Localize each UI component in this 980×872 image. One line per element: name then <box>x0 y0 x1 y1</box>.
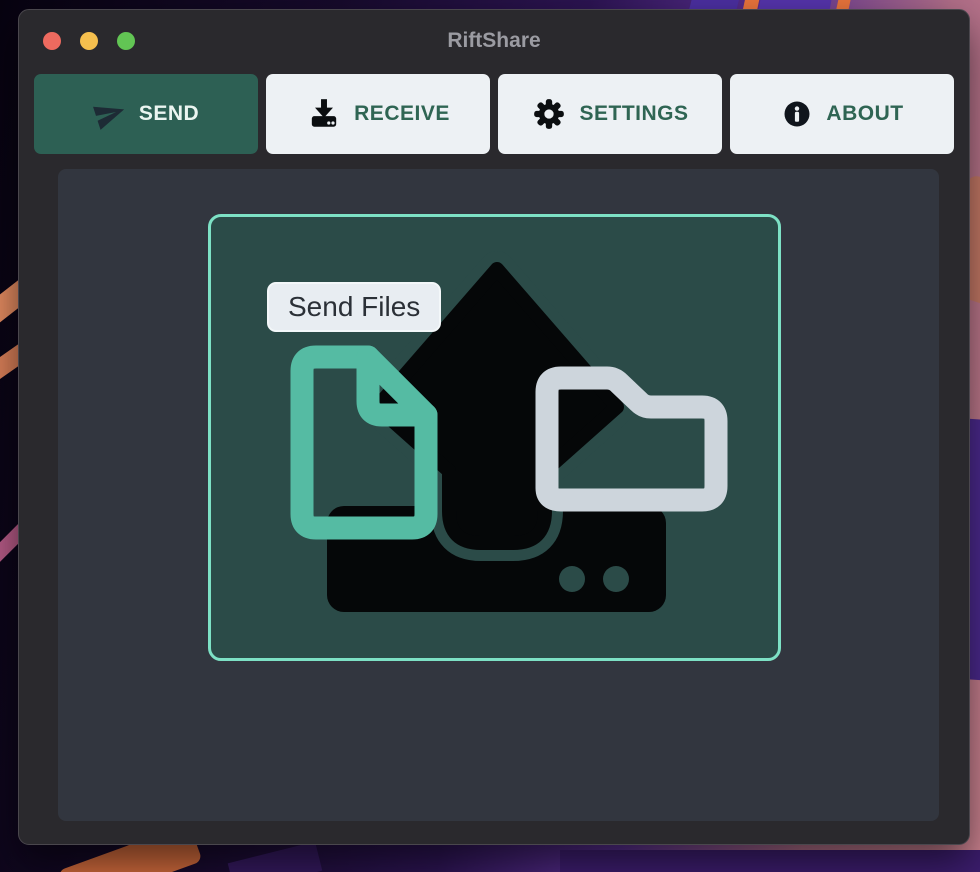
gear-icon <box>531 96 567 132</box>
send-files-label: Send Files <box>267 282 441 332</box>
paper-plane-icon <box>93 97 127 131</box>
tab-label: ABOUT <box>826 102 903 126</box>
zoom-button[interactable] <box>117 32 135 50</box>
titlebar[interactable]: RiftShare <box>19 10 969 72</box>
riftshare-window: RiftShare SEND <box>18 9 970 845</box>
tab-send[interactable]: SEND <box>34 74 258 154</box>
close-button[interactable] <box>43 32 61 50</box>
tab-bar: SEND RECEIVE <box>19 72 969 154</box>
wallpaper-shape <box>560 850 980 872</box>
send-files-dropzone[interactable]: Send Files <box>208 214 781 661</box>
tab-label: SETTINGS <box>579 102 688 126</box>
tab-label: SEND <box>139 102 199 126</box>
minimize-button[interactable] <box>80 32 98 50</box>
desktop: RiftShare SEND <box>0 0 980 872</box>
download-tray-icon <box>306 96 342 132</box>
tab-receive[interactable]: RECEIVE <box>266 74 490 154</box>
tab-label: RECEIVE <box>354 102 450 126</box>
tab-settings[interactable]: SETTINGS <box>498 74 722 154</box>
tab-about[interactable]: ABOUT <box>730 74 954 154</box>
window-title: RiftShare <box>447 29 540 53</box>
info-circle-icon <box>780 97 814 131</box>
wallpaper-shape <box>228 842 323 872</box>
send-view-panel: Send Files <box>58 169 939 821</box>
window-controls <box>43 10 135 72</box>
